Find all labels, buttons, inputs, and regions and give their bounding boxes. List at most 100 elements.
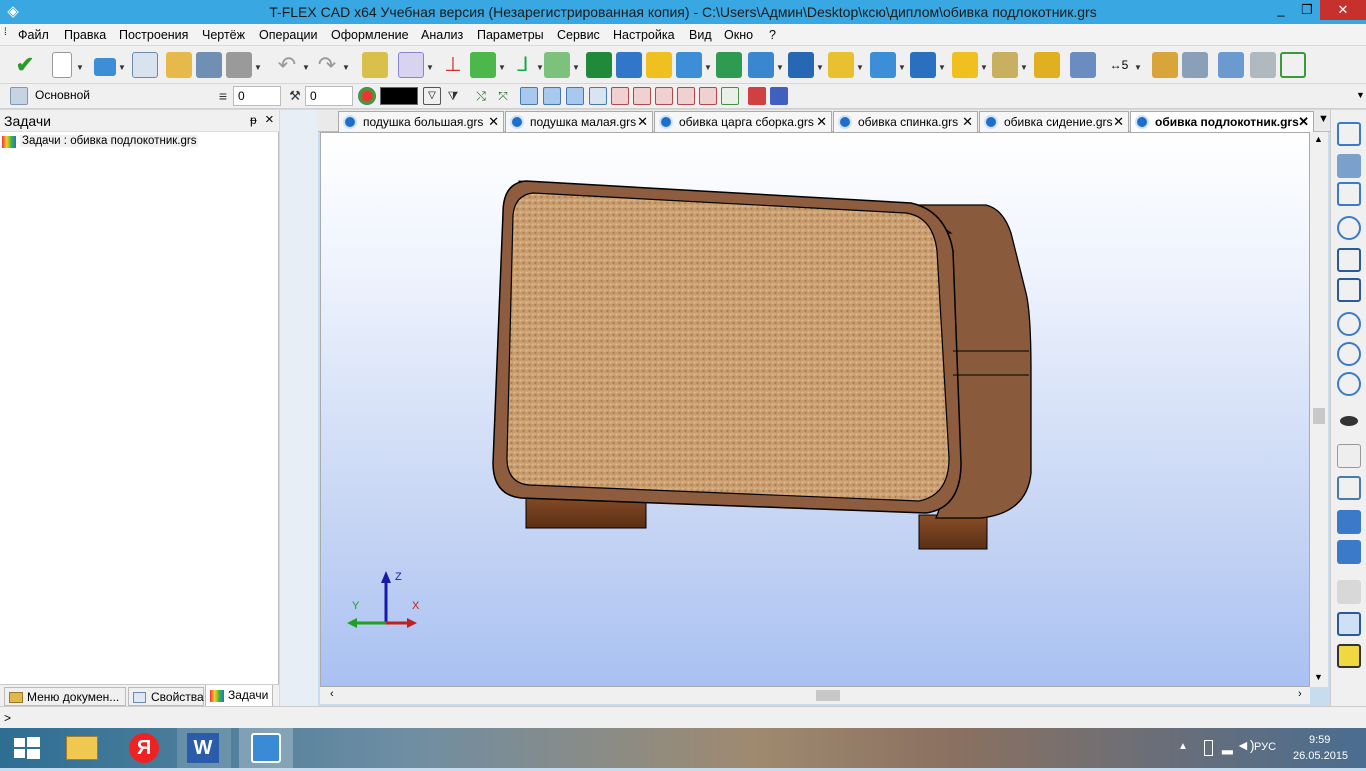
zoom-all-icon[interactable] xyxy=(1337,278,1361,302)
menu-drawing[interactable]: Чертёж xyxy=(202,28,245,42)
tab-doc-4[interactable]: обивка спинка.grs ✕ xyxy=(833,111,978,132)
snap-node-icon[interactable] xyxy=(520,87,538,105)
window-icon[interactable] xyxy=(132,52,158,78)
chevron-down-icon[interactable]: ▼ xyxy=(302,63,310,72)
tab-list-chevron-icon[interactable]: ▼ xyxy=(1318,113,1329,125)
close-tab-icon[interactable]: ✕ xyxy=(816,114,827,130)
menu-edit[interactable]: Правка xyxy=(64,28,106,42)
calculator-icon[interactable] xyxy=(1182,52,1208,78)
menu-operations[interactable]: Операции xyxy=(259,28,317,42)
sheet-icon[interactable] xyxy=(992,52,1018,78)
chevron-down-icon[interactable]: ▼ xyxy=(776,63,784,72)
attach-icon[interactable] xyxy=(1218,52,1244,78)
snap-tangent-icon[interactable] xyxy=(566,87,584,105)
snap-line-icon[interactable] xyxy=(543,87,561,105)
grid-icon[interactable] xyxy=(1337,476,1361,500)
pages-icon[interactable] xyxy=(1337,444,1361,468)
extrude-icon[interactable] xyxy=(586,52,612,78)
hand-icon[interactable] xyxy=(1337,580,1361,604)
tflex-icon[interactable] xyxy=(239,728,293,768)
rotate-icon[interactable] xyxy=(616,52,642,78)
tab-doc-1[interactable]: подушка большая.grs ✕ xyxy=(338,111,504,132)
priority-input[interactable]: 0 xyxy=(305,86,353,106)
symmetry-icon[interactable] xyxy=(828,52,854,78)
variables-icon[interactable] xyxy=(1250,52,1276,78)
maximize-button[interactable]: ❐ xyxy=(1294,0,1320,20)
profile-icon[interactable] xyxy=(470,52,496,78)
path-icon[interactable] xyxy=(544,52,570,78)
tab-doc-2[interactable]: подушка малая.grs ✕ xyxy=(505,111,653,132)
pin-icon[interactable]: ᵽ xyxy=(250,113,257,127)
snap-grid-icon[interactable] xyxy=(589,87,607,105)
volume-icon[interactable]: ◄) xyxy=(1236,737,1255,753)
snap-icon[interactable]: ⤭ xyxy=(472,87,490,105)
check-model-icon[interactable] xyxy=(1337,510,1361,534)
chevron-down-icon[interactable]: ▼ xyxy=(572,63,580,72)
panel-splitter[interactable] xyxy=(280,110,318,706)
scroll-left-icon[interactable]: ‹ xyxy=(330,688,334,700)
undo-icon[interactable]: ↶ xyxy=(274,52,300,78)
redo-icon[interactable]: ↷ xyxy=(314,52,340,78)
fillet-icon[interactable] xyxy=(870,52,896,78)
level-input[interactable]: 0 xyxy=(233,86,281,106)
menu-window[interactable]: Окно xyxy=(724,28,753,42)
yandex-browser-icon[interactable]: Я xyxy=(118,728,172,768)
chevron-down-icon[interactable]: ▼ xyxy=(426,63,434,72)
zoom-in-icon[interactable] xyxy=(1337,312,1361,336)
battery-icon[interactable] xyxy=(1204,740,1213,756)
checkmark-icon[interactable]: ✔ xyxy=(12,52,38,78)
layers-icon[interactable] xyxy=(10,87,28,105)
explorer-icon[interactable] xyxy=(55,728,109,768)
word-icon[interactable]: W xyxy=(177,728,231,768)
save-icon[interactable] xyxy=(196,52,222,78)
new-3d-icon[interactable] xyxy=(94,58,116,76)
snap-circle-icon[interactable] xyxy=(633,87,651,105)
chevron-down-icon[interactable]: ▼ xyxy=(254,63,262,72)
color-swatch[interactable] xyxy=(380,87,418,105)
clock-date[interactable]: 26.05.2015 xyxy=(1293,750,1348,762)
snap-point-icon[interactable] xyxy=(721,87,739,105)
tab-doc-6[interactable]: обивка подлокотник.grs ✕ xyxy=(1130,111,1314,132)
chevron-down-icon[interactable]: ▼ xyxy=(704,63,712,72)
chevron-down-icon[interactable]: ▼ xyxy=(536,63,544,72)
chevron-down-icon[interactable]: ▼ xyxy=(898,63,906,72)
snap-settings-icon[interactable]: ⤧ xyxy=(494,87,512,105)
close-tab-icon[interactable]: ✕ xyxy=(1113,114,1124,130)
layer-name[interactable]: Основной xyxy=(35,88,90,102)
view-cube-icon[interactable] xyxy=(1337,612,1361,636)
network-icon[interactable]: ▂ xyxy=(1222,738,1233,755)
tab-doc-3[interactable]: обивка царга сборка.grs ✕ xyxy=(654,111,832,132)
scroll-down-icon[interactable]: ▼ xyxy=(1314,672,1323,682)
color-palette-icon[interactable] xyxy=(358,87,376,105)
chevron-down-icon[interactable]: ▼ xyxy=(342,63,350,72)
scroll-thumb[interactable] xyxy=(816,690,840,701)
print-icon[interactable] xyxy=(226,52,252,78)
menu-formatting[interactable]: Оформление xyxy=(331,28,409,42)
chevron-down-icon[interactable]: ▼ xyxy=(1020,63,1028,72)
3d-viewport[interactable]: Z X Y xyxy=(320,132,1310,687)
chevron-down-icon[interactable]: ▼ xyxy=(856,63,864,72)
sweep-icon[interactable] xyxy=(716,52,742,78)
tab-doc-5[interactable]: обивка сидение.grs ✕ xyxy=(979,111,1129,132)
surface-icon[interactable] xyxy=(910,52,936,78)
toolbar-chevron-icon[interactable]: ▼ xyxy=(1356,90,1365,100)
close-button[interactable]: ✕ xyxy=(1320,0,1366,20)
menu-analysis[interactable]: Анализ xyxy=(421,28,463,42)
check-model-2-icon[interactable] xyxy=(1337,540,1361,564)
close-panel-icon[interactable]: × xyxy=(265,111,274,128)
pipe-icon[interactable] xyxy=(748,52,774,78)
tree-item-tasks[interactable]: Задачи : обивка подлокотник.grs xyxy=(20,135,199,147)
tools-icon[interactable] xyxy=(1152,52,1178,78)
menu-construct[interactable]: Построения xyxy=(119,28,188,42)
zoom-icon[interactable] xyxy=(1337,216,1361,240)
measure-icon[interactable] xyxy=(1070,52,1096,78)
tab-document-menu[interactable]: Меню докумен... xyxy=(4,687,126,706)
chevron-down-icon[interactable]: ▼ xyxy=(938,63,946,72)
gear-icon[interactable] xyxy=(1034,52,1060,78)
tab-properties[interactable]: Свойства xyxy=(128,687,204,706)
menu-parameters[interactable]: Параметры xyxy=(477,28,544,42)
chevron-down-icon[interactable]: ▼ xyxy=(980,63,988,72)
menu-service[interactable]: Сервис xyxy=(557,28,600,42)
tray-chevron-icon[interactable]: ▲ xyxy=(1178,741,1188,752)
shaded-cube-icon[interactable] xyxy=(1337,644,1361,668)
